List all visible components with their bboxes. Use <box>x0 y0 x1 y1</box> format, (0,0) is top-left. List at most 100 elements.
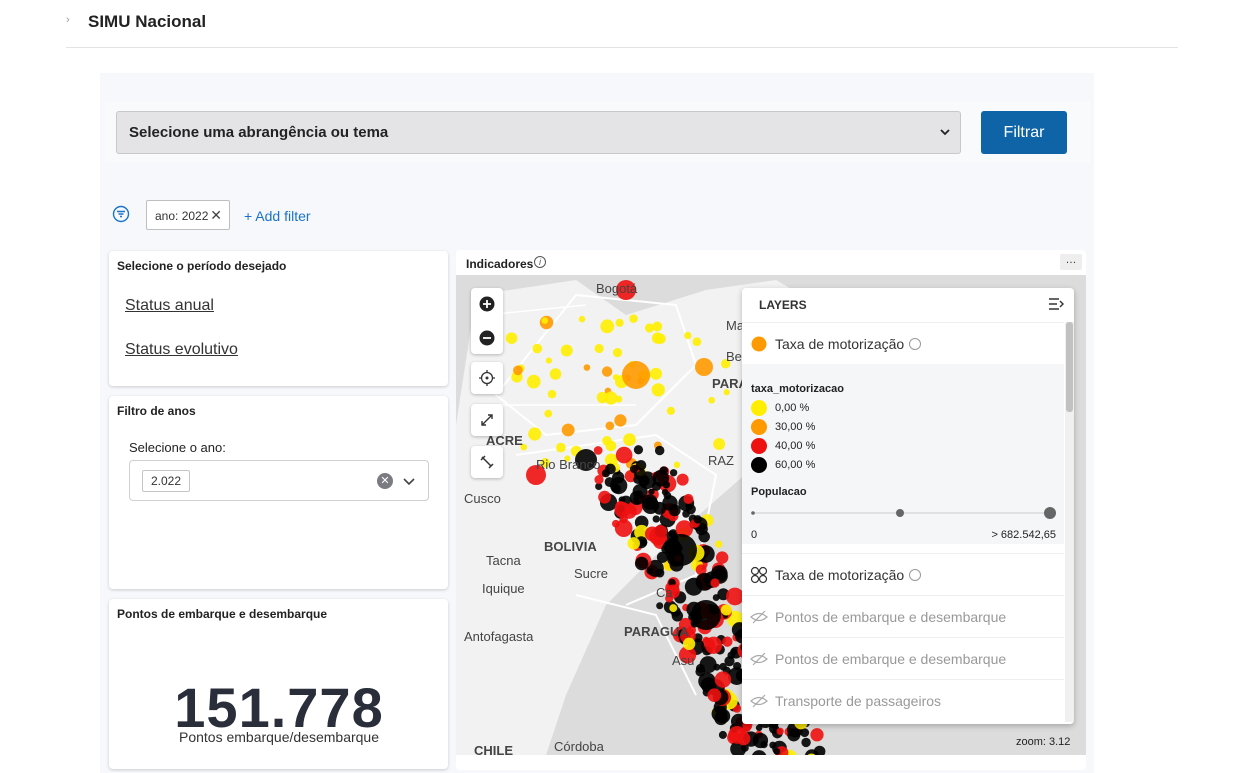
collapse-menu-icon[interactable] <box>1048 297 1064 311</box>
map-point[interactable] <box>699 656 717 674</box>
map-point[interactable] <box>641 494 658 510</box>
map-point[interactable] <box>513 365 523 376</box>
map-point[interactable] <box>505 332 518 344</box>
layer-item[interactable]: Transporte de passageiros <box>742 679 1064 721</box>
measure-button-inner[interactable] <box>471 446 503 478</box>
map-point[interactable] <box>711 705 728 722</box>
fullscreen-button[interactable] <box>471 404 503 436</box>
map-point[interactable] <box>611 482 619 491</box>
map-point[interactable] <box>556 442 566 453</box>
map-point[interactable] <box>655 568 665 578</box>
map-point[interactable] <box>549 368 562 380</box>
map-point[interactable] <box>623 433 636 446</box>
measure-button[interactable] <box>471 446 503 478</box>
map-point[interactable] <box>601 469 610 478</box>
map-point[interactable] <box>545 357 552 364</box>
map-point[interactable] <box>644 323 655 333</box>
map-point[interactable] <box>651 332 664 344</box>
map-point[interactable] <box>695 358 713 376</box>
map-point[interactable] <box>662 495 678 511</box>
fullscreen-button-inner[interactable] <box>471 404 503 436</box>
breadcrumb-chevron-icon[interactable]: › <box>66 14 70 26</box>
map-point[interactable] <box>605 440 617 452</box>
map-point[interactable] <box>713 438 726 451</box>
close-icon[interactable]: ✕ <box>210 207 222 224</box>
map-point[interactable] <box>692 337 702 347</box>
more-options-icon[interactable]: … <box>1060 254 1082 270</box>
map-point[interactable] <box>615 446 633 464</box>
map-point[interactable] <box>666 406 675 415</box>
filter-badge-icon[interactable] <box>909 338 922 350</box>
map-point[interactable] <box>615 318 624 327</box>
map-point[interactable] <box>629 314 638 323</box>
status-anual-link[interactable]: Status anual <box>125 297 214 315</box>
map-point[interactable] <box>712 594 720 601</box>
theme-select[interactable]: Selecione uma abrangência ou tema <box>116 111 961 154</box>
year-filter-chip[interactable]: ano: 2022 ✕ <box>146 200 230 230</box>
filter-button[interactable]: Filtrar <box>981 111 1067 154</box>
map-point[interactable] <box>650 367 663 380</box>
eye-hidden-icon[interactable] <box>750 650 768 668</box>
scrollbar-thumb[interactable] <box>1066 322 1073 412</box>
map-point[interactable] <box>532 343 543 354</box>
map-point[interactable] <box>604 391 618 405</box>
map-point[interactable] <box>714 671 732 688</box>
map-point[interactable] <box>640 539 648 546</box>
map-point[interactable] <box>541 317 549 324</box>
map-point[interactable] <box>605 421 615 431</box>
map-point[interactable] <box>578 315 586 323</box>
map-point[interactable] <box>614 414 627 427</box>
map-point[interactable] <box>673 461 681 469</box>
map-point[interactable] <box>682 510 690 518</box>
locate-button-inner[interactable] <box>471 362 503 394</box>
map-point[interactable] <box>665 534 697 566</box>
zoom-in-button[interactable] <box>471 288 503 320</box>
map-point[interactable] <box>736 731 751 746</box>
filter-icon[interactable] <box>112 205 130 223</box>
map-point[interactable] <box>583 364 591 371</box>
layer-item[interactable]: Pontos de embarque e desembarque <box>742 595 1064 637</box>
map-point[interactable] <box>652 515 660 523</box>
locate-button[interactable] <box>471 362 503 394</box>
clear-icon[interactable]: ✕ <box>377 473 393 489</box>
layers-scrollbar[interactable] <box>1065 322 1074 722</box>
map-point[interactable] <box>526 374 541 389</box>
map-point[interactable] <box>707 688 722 703</box>
eye-hidden-icon[interactable] <box>750 608 768 626</box>
map-point[interactable] <box>654 445 665 456</box>
zoom-out-button[interactable] <box>471 322 503 354</box>
map-point[interactable] <box>698 530 710 543</box>
map-point[interactable] <box>656 602 664 610</box>
map-point[interactable] <box>724 656 735 667</box>
map-point[interactable] <box>611 519 620 528</box>
year-select[interactable]: 2.022 ✕ <box>129 460 429 501</box>
map-point[interactable] <box>594 475 604 485</box>
map-point[interactable] <box>810 728 824 742</box>
map-point[interactable] <box>713 663 721 671</box>
map-point[interactable] <box>547 389 557 399</box>
map-point[interactable] <box>601 366 613 377</box>
map-point[interactable] <box>561 423 575 437</box>
map-point[interactable] <box>682 637 696 651</box>
map-point[interactable] <box>528 427 542 441</box>
layer-item[interactable]: Taxa de motorização <box>742 553 1064 595</box>
map-point[interactable] <box>710 578 720 588</box>
map-point[interactable] <box>635 459 647 471</box>
map-point[interactable] <box>651 383 665 397</box>
map-point[interactable] <box>720 604 732 616</box>
map-point[interactable] <box>691 600 721 630</box>
map-point[interactable] <box>612 347 623 358</box>
add-filter-link[interactable]: + Add filter <box>244 208 311 224</box>
map-point[interactable] <box>633 475 643 484</box>
layer-item[interactable]: Pontos de embarque e desembarque <box>742 637 1064 679</box>
map-point[interactable] <box>594 343 604 354</box>
map-point[interactable] <box>633 445 644 455</box>
map-point[interactable] <box>600 319 615 334</box>
map-point[interactable] <box>776 727 784 735</box>
filter-badge-icon[interactable] <box>909 569 922 581</box>
map-point[interactable] <box>653 524 668 539</box>
map-point[interactable] <box>769 741 777 749</box>
map-point[interactable] <box>704 636 723 654</box>
map-point[interactable] <box>718 730 727 739</box>
map-point[interactable] <box>560 344 573 357</box>
